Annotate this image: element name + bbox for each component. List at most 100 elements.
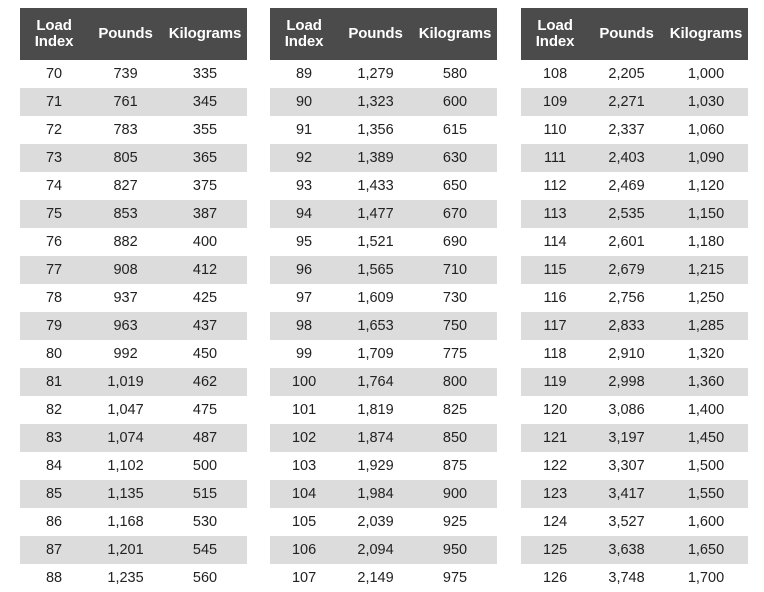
cell-pounds: 3,307 xyxy=(589,452,664,481)
table-row: 124 3,527 1,600 xyxy=(521,508,748,537)
cell-pounds: 3,748 xyxy=(589,564,664,592)
load-index-table: Load Index Pounds Kilograms 108 2,205 1,000 109… xyxy=(521,8,748,592)
table-row: 112 2,469 1,120 xyxy=(521,172,748,201)
cell-load-index: 119 xyxy=(521,368,590,397)
table-row: 87 1,201 545 xyxy=(20,536,247,565)
cell-load-index: 113 xyxy=(521,200,590,229)
cell-pounds: 1,323 xyxy=(338,88,413,117)
cell-pounds: 2,833 xyxy=(589,312,664,341)
cell-pounds: 2,998 xyxy=(589,368,664,397)
table-header-row: Load Index Pounds Kilograms xyxy=(270,8,497,61)
cell-load-index: 117 xyxy=(521,312,590,341)
table-row: 94 1,477 670 xyxy=(270,200,497,229)
table-row: 89 1,279 580 xyxy=(270,60,497,89)
cell-kilograms: 1,090 xyxy=(664,144,748,173)
cell-kilograms: 560 xyxy=(163,564,247,592)
cell-pounds: 1,709 xyxy=(338,340,413,369)
load-index-table: Load Index Pounds Kilograms 70 739 335 71 761 345… xyxy=(20,8,247,592)
cell-pounds: 3,417 xyxy=(589,480,664,509)
cell-pounds: 2,910 xyxy=(589,340,664,369)
table-row: 74 827 375 xyxy=(20,172,247,201)
load-table-block-1: Load Index Pounds Kilograms 70 739 335 71 761 345… xyxy=(0,8,254,592)
cell-kilograms: 1,030 xyxy=(664,88,748,117)
table-row: 100 1,764 800 xyxy=(270,368,497,397)
cell-kilograms: 450 xyxy=(163,340,247,369)
table-row: 99 1,709 775 xyxy=(270,340,497,369)
cell-pounds: 882 xyxy=(88,228,163,257)
table-row: 75 853 387 xyxy=(20,200,247,229)
cell-pounds: 1,609 xyxy=(338,284,413,313)
table-row: 83 1,074 487 xyxy=(20,424,247,453)
cell-kilograms: 615 xyxy=(413,116,497,145)
cell-load-index: 96 xyxy=(270,256,339,285)
table-row: 119 2,998 1,360 xyxy=(521,368,748,397)
column-header-kilograms: Kilograms xyxy=(413,8,497,61)
cell-kilograms: 412 xyxy=(163,256,247,285)
cell-load-index: 106 xyxy=(270,536,339,565)
cell-kilograms: 1,400 xyxy=(664,396,748,425)
cell-load-index: 79 xyxy=(20,312,89,341)
cell-kilograms: 1,250 xyxy=(664,284,748,313)
cell-pounds: 963 xyxy=(88,312,163,341)
cell-pounds: 2,601 xyxy=(589,228,664,257)
column-header-load-index: Load Index xyxy=(20,8,89,61)
table-header-row: Load Index Pounds Kilograms xyxy=(521,8,748,61)
column-header-pounds: Pounds xyxy=(338,8,413,61)
cell-pounds: 1,135 xyxy=(88,480,163,509)
cell-pounds: 2,679 xyxy=(589,256,664,285)
table-row: 79 963 437 xyxy=(20,312,247,341)
cell-kilograms: 1,550 xyxy=(664,480,748,509)
cell-kilograms: 900 xyxy=(413,480,497,509)
cell-pounds: 3,197 xyxy=(589,424,664,453)
load-index-table: Load Index Pounds Kilograms 89 1,279 580 90 1,32… xyxy=(270,8,497,592)
table-row: 97 1,609 730 xyxy=(270,284,497,313)
cell-kilograms: 365 xyxy=(163,144,247,173)
column-header-load-index: Load Index xyxy=(521,8,590,61)
cell-pounds: 3,527 xyxy=(589,508,664,537)
column-header-kilograms: Kilograms xyxy=(664,8,748,61)
cell-load-index: 91 xyxy=(270,116,339,145)
cell-kilograms: 515 xyxy=(163,480,247,509)
cell-load-index: 110 xyxy=(521,116,590,145)
table-header: Load Index Pounds Kilograms xyxy=(521,8,748,61)
column-header-pounds: Pounds xyxy=(589,8,664,61)
cell-load-index: 105 xyxy=(270,508,339,537)
cell-pounds: 1,521 xyxy=(338,228,413,257)
cell-kilograms: 1,600 xyxy=(664,508,748,537)
table-row: 103 1,929 875 xyxy=(270,452,497,481)
cell-pounds: 992 xyxy=(88,340,163,369)
table-row: 101 1,819 825 xyxy=(270,396,497,425)
cell-load-index: 125 xyxy=(521,536,590,565)
cell-kilograms: 650 xyxy=(413,172,497,201)
cell-load-index: 94 xyxy=(270,200,339,229)
cell-load-index: 100 xyxy=(270,368,339,397)
cell-load-index: 80 xyxy=(20,340,89,369)
column-header-load-index-line2: Index xyxy=(535,33,575,51)
cell-pounds: 2,337 xyxy=(589,116,664,145)
cell-kilograms: 425 xyxy=(163,284,247,313)
cell-kilograms: 500 xyxy=(163,452,247,481)
cell-load-index: 101 xyxy=(270,396,339,425)
cell-pounds: 1,168 xyxy=(88,508,163,537)
cell-load-index: 95 xyxy=(270,228,339,257)
table-row: 113 2,535 1,150 xyxy=(521,200,748,229)
column-header-load-index-line1: Load xyxy=(36,17,72,34)
table-row: 92 1,389 630 xyxy=(270,144,497,173)
table-row: 73 805 365 xyxy=(20,144,247,173)
cell-kilograms: 775 xyxy=(413,340,497,369)
cell-load-index: 82 xyxy=(20,396,89,425)
table-header: Load Index Pounds Kilograms xyxy=(270,8,497,61)
table-row: 91 1,356 615 xyxy=(270,116,497,145)
cell-load-index: 76 xyxy=(20,228,89,257)
cell-pounds: 783 xyxy=(88,116,163,145)
cell-kilograms: 750 xyxy=(413,312,497,341)
table-row: 105 2,039 925 xyxy=(270,508,497,537)
table-row: 77 908 412 xyxy=(20,256,247,285)
table-row: 82 1,047 475 xyxy=(20,396,247,425)
cell-kilograms: 437 xyxy=(163,312,247,341)
cell-kilograms: 1,000 xyxy=(664,60,748,89)
cell-pounds: 1,074 xyxy=(88,424,163,453)
cell-load-index: 115 xyxy=(521,256,590,285)
table-row: 84 1,102 500 xyxy=(20,452,247,481)
table-body: 89 1,279 580 90 1,323 600 91 1,356 615 92 1,389 630… xyxy=(270,60,497,592)
